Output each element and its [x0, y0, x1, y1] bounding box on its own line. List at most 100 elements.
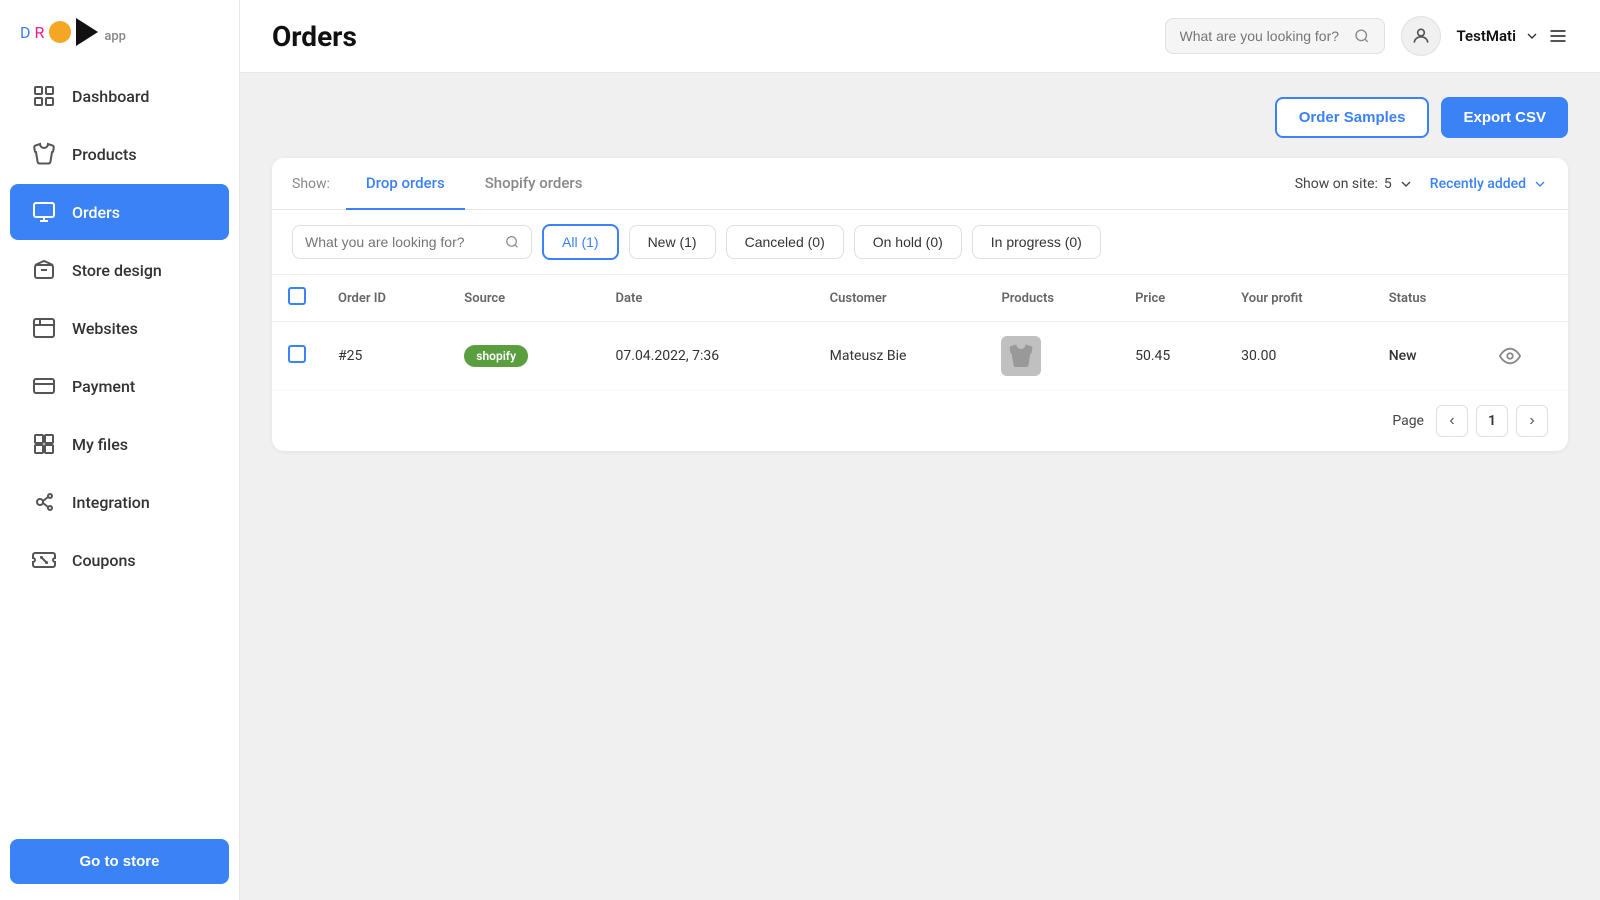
sidebar-item-dashboard[interactable]: Dashboard [10, 68, 229, 124]
my-files-label: My files [72, 435, 128, 454]
row-profit: 30.00 [1225, 322, 1373, 391]
pagination: Page ‹ 1 › [272, 391, 1568, 451]
tabs-row: Show: Drop orders Shopify orders Show on… [272, 158, 1568, 210]
header-date: Date [600, 275, 814, 322]
filters-row: All (1) New (1) Canceled (0) On hold (0)… [272, 210, 1568, 275]
orders-table-wrap: Order ID Source Date Customer [272, 275, 1568, 391]
global-search[interactable] [1165, 18, 1385, 54]
header-products: Products [985, 275, 1119, 322]
header-order-id: Order ID [322, 275, 448, 322]
product-thumbnail [1001, 336, 1041, 376]
tshirt-icon [1007, 342, 1035, 370]
sidebar-item-payment[interactable]: Payment [10, 358, 229, 414]
orders-icon [30, 198, 58, 226]
orders-table: Order ID Source Date Customer [272, 275, 1568, 391]
header-status: Status [1373, 275, 1483, 322]
integration-label: Integration [72, 493, 150, 512]
store-design-icon [30, 256, 58, 284]
header-price: Price [1119, 275, 1225, 322]
go-to-store-button[interactable]: Go to store [10, 839, 229, 884]
logo: D R app [0, 0, 239, 56]
next-page-button[interactable]: › [1516, 405, 1548, 437]
recently-added-label: Recently added [1430, 176, 1526, 192]
header-checkbox-cell [272, 275, 322, 322]
coupons-label: Coupons [72, 551, 136, 570]
header: Orders TestMati [240, 0, 1600, 73]
sidebar-item-store-design[interactable]: Store design [10, 242, 229, 298]
integration-icon [30, 488, 58, 516]
sidebar-item-coupons[interactable]: Coupons [10, 532, 229, 588]
show-label: Show: [292, 176, 330, 192]
shopify-badge: shopify [464, 345, 528, 367]
filter-canceled-button[interactable]: Canceled (0) [726, 225, 844, 259]
dashboard-icon [30, 82, 58, 110]
row-checkbox-cell [272, 322, 322, 391]
global-search-input[interactable] [1180, 28, 1346, 44]
products-icon [30, 140, 58, 168]
logo-r: R [35, 23, 45, 42]
logo-app-text: app [104, 29, 126, 44]
row-price: 50.45 [1119, 322, 1225, 391]
row-customer: Mateusz Bie [814, 322, 986, 391]
websites-label: Websites [72, 319, 138, 338]
prev-page-button[interactable]: ‹ [1436, 405, 1468, 437]
content-area: Order Samples Export CSV Show: Drop orde… [240, 73, 1600, 900]
row-checkbox[interactable] [288, 345, 306, 363]
chevron-down-icon [1532, 176, 1548, 192]
sidebar-item-orders[interactable]: Orders [10, 184, 229, 240]
orders-label: Orders [72, 203, 120, 222]
user-avatar-button[interactable] [1401, 16, 1441, 56]
row-view-action[interactable] [1483, 322, 1568, 391]
dashboard-label: Dashboard [72, 87, 149, 106]
page-title: Orders [272, 20, 357, 53]
tabs-right: Show on site: 5 Recently added [1295, 176, 1548, 192]
sidebar: D R app Dashboard [0, 0, 240, 900]
order-search[interactable] [292, 225, 532, 259]
chevron-down-icon [1524, 28, 1540, 44]
hamburger-menu-icon[interactable] [1548, 26, 1568, 46]
user-menu[interactable]: TestMati [1457, 26, 1568, 46]
filter-all-button[interactable]: All (1) [542, 224, 619, 260]
show-on-site-value: 5 [1384, 176, 1392, 192]
orders-card: Show: Drop orders Shopify orders Show on… [272, 158, 1568, 451]
my-files-icon [30, 430, 58, 458]
filter-new-button[interactable]: New (1) [629, 225, 716, 259]
recently-added-sort[interactable]: Recently added [1430, 176, 1548, 192]
show-on-site[interactable]: Show on site: 5 [1295, 176, 1414, 192]
view-icon[interactable] [1499, 345, 1552, 367]
sidebar-item-integration[interactable]: Integration [10, 474, 229, 530]
select-all-checkbox[interactable] [288, 287, 306, 305]
export-csv-button[interactable]: Export CSV [1441, 97, 1568, 138]
search-icon [1354, 27, 1370, 45]
order-search-input[interactable] [305, 234, 497, 250]
tabs-left: Show: Drop orders Shopify orders [292, 158, 602, 209]
row-source: shopify [448, 322, 599, 391]
header-actions [1483, 275, 1568, 322]
products-label: Products [72, 145, 137, 164]
order-samples-button[interactable]: Order Samples [1275, 97, 1430, 138]
store-design-label: Store design [72, 261, 162, 280]
websites-icon [30, 314, 58, 342]
payment-label: Payment [72, 377, 135, 396]
sidebar-nav: Dashboard Products Orders [0, 56, 239, 823]
search-icon [505, 234, 519, 250]
logo-d: D [20, 23, 31, 42]
row-order-id: #25 [322, 322, 448, 391]
actions-row: Order Samples Export CSV [272, 97, 1568, 138]
header-profit: Your profit [1225, 275, 1373, 322]
page-label: Page [1392, 413, 1424, 429]
user-name: TestMati [1457, 27, 1516, 45]
sidebar-item-products[interactable]: Products [10, 126, 229, 182]
filter-on-hold-button[interactable]: On hold (0) [854, 225, 962, 259]
logo-o-circle [49, 21, 71, 43]
header-source: Source [448, 275, 599, 322]
filter-in-progress-button[interactable]: In progress (0) [972, 225, 1101, 259]
chevron-down-icon [1398, 176, 1414, 192]
tab-shopify-orders[interactable]: Shopify orders [465, 158, 603, 210]
sidebar-item-websites[interactable]: Websites [10, 300, 229, 356]
header-customer: Customer [814, 275, 986, 322]
logo-p-shape [76, 18, 98, 46]
sidebar-item-my-files[interactable]: My files [10, 416, 229, 472]
tab-drop-orders[interactable]: Drop orders [346, 158, 465, 210]
row-products [985, 322, 1119, 391]
